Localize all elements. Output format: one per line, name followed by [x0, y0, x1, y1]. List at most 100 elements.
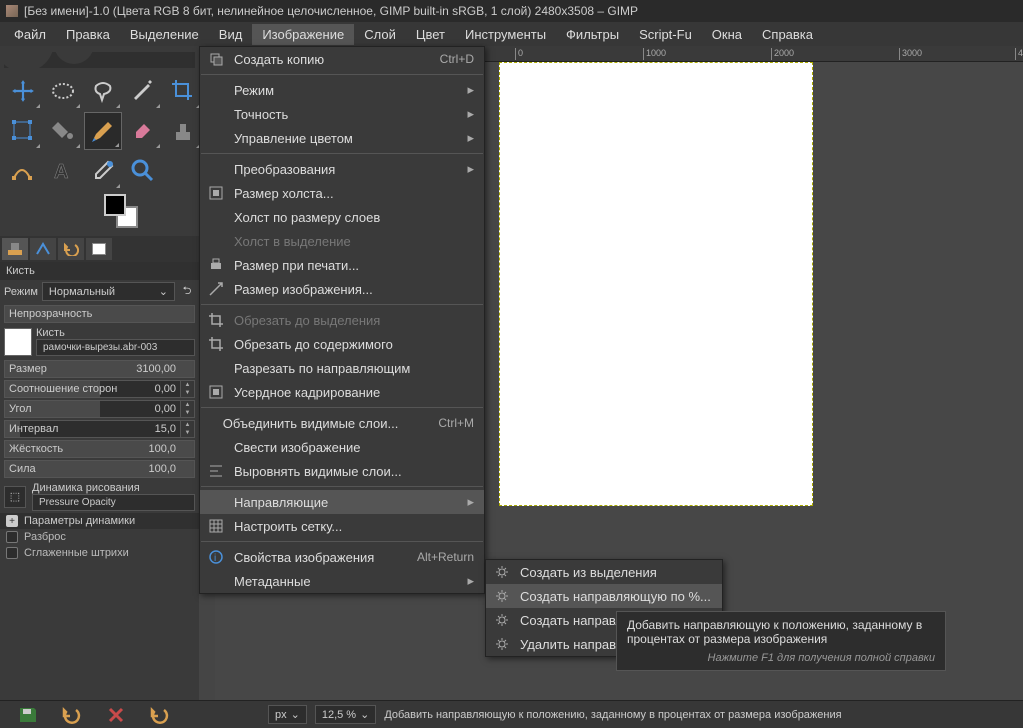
- scale-icon: [208, 281, 224, 297]
- tool-color-picker[interactable]: [84, 152, 122, 190]
- sb-revert-icon[interactable]: [60, 704, 84, 726]
- jitter-checkbox[interactable]: Разброс: [0, 529, 199, 545]
- menu-color[interactable]: Цвет: [406, 24, 455, 45]
- menu-tools[interactable]: Инструменты: [455, 24, 556, 45]
- ratio-slider[interactable]: Соотношение сторон0,00▲▼: [4, 380, 195, 398]
- tool-transform[interactable]: [4, 112, 42, 150]
- window-titlebar: [Без имени]-1.0 (Цвета RGB 8 бит, нелине…: [0, 0, 1023, 22]
- tab-images[interactable]: [86, 238, 112, 260]
- tool-zoom[interactable]: [124, 152, 162, 190]
- menu-help[interactable]: Справка: [752, 24, 823, 45]
- menu-item[interactable]: Обрезать до содержимого: [200, 332, 484, 356]
- menu-item[interactable]: Создать копиюCtrl+D: [200, 47, 484, 71]
- menu-item-label: Холст по размеру слоев: [234, 210, 474, 225]
- tool-clone[interactable]: [164, 112, 202, 150]
- menu-item[interactable]: Размер изображения...: [200, 277, 484, 301]
- menu-item[interactable]: Размер холста...: [200, 181, 484, 205]
- gear-icon: [494, 564, 510, 580]
- menu-edit[interactable]: Правка: [56, 24, 120, 45]
- menu-item[interactable]: Усердное кадрирование: [200, 380, 484, 404]
- tab-tool-options[interactable]: [2, 238, 28, 260]
- menu-image[interactable]: Изображение: [252, 24, 354, 45]
- menu-item[interactable]: Точность▸: [200, 102, 484, 126]
- menu-item[interactable]: Преобразования▸: [200, 157, 484, 181]
- submenu-arrow-icon: ▸: [467, 573, 474, 589]
- menu-item-label: Создать направляющую по %...: [520, 589, 712, 604]
- tool-paintbrush[interactable]: [84, 112, 122, 150]
- menu-scriptfu[interactable]: Script-Fu: [629, 24, 702, 45]
- foreground-color[interactable]: [104, 194, 126, 216]
- brush-name-combo[interactable]: рамочки-вырезы.abr-003: [36, 339, 195, 356]
- gear-icon: [494, 612, 510, 628]
- menu-item-label: Усердное кадрирование: [234, 385, 474, 400]
- menu-item-label: Размер изображения...: [234, 282, 474, 297]
- tool-crop[interactable]: [164, 72, 202, 110]
- menu-filters[interactable]: Фильтры: [556, 24, 629, 45]
- statusbar: px⌄ 12,5 %⌄ Добавить направляющую к поло…: [0, 700, 1023, 728]
- dynamics-combo[interactable]: Pressure Opacity: [32, 494, 195, 511]
- smooth-checkbox[interactable]: Сглаженные штрихи: [0, 545, 199, 561]
- menu-item[interactable]: Размер при печати...: [200, 253, 484, 277]
- sb-reset-icon[interactable]: [148, 704, 172, 726]
- menu-item[interactable]: Свести изображение: [200, 435, 484, 459]
- menu-item[interactable]: Метаданные▸: [200, 569, 484, 593]
- unit-combo[interactable]: px⌄: [268, 705, 307, 724]
- menu-item-label: Управление цветом: [234, 131, 437, 146]
- menu-item-label: Точность: [234, 107, 437, 122]
- menu-item[interactable]: iСвойства изображенияAlt+Return: [200, 545, 484, 569]
- menu-item-label: Холст в выделение: [234, 234, 474, 249]
- tool-eraser[interactable]: [124, 112, 162, 150]
- menu-item[interactable]: Режим▸: [200, 78, 484, 102]
- dynamics-label: Динамика рисования: [32, 482, 195, 494]
- color-swatches[interactable]: [104, 194, 148, 230]
- tool-bucket[interactable]: [44, 112, 82, 150]
- force-slider[interactable]: Сила100,0▲▼: [4, 460, 195, 478]
- brush-preview[interactable]: [4, 328, 32, 356]
- blank-icon: [208, 233, 224, 249]
- submenu-arrow-icon: ▸: [467, 494, 474, 510]
- menu-item-label: Выровнять видимые слои...: [234, 464, 474, 479]
- menu-item[interactable]: Управление цветом ▸: [200, 126, 484, 150]
- tool-ellipse-select[interactable]: [44, 72, 82, 110]
- menu-item[interactable]: Направляющие▸: [200, 490, 484, 514]
- opacity-slider[interactable]: Непрозрачность: [4, 305, 195, 323]
- tool-path[interactable]: [4, 152, 42, 190]
- sb-delete-icon[interactable]: [104, 704, 128, 726]
- hardness-slider[interactable]: Жёсткость100,0▲▼: [4, 440, 195, 458]
- tab-undo-history[interactable]: [58, 238, 84, 260]
- sb-save-icon[interactable]: [16, 704, 40, 726]
- brush-label: Кисть: [36, 327, 195, 339]
- tool-text[interactable]: A: [44, 152, 82, 190]
- menu-file[interactable]: Файл: [4, 24, 56, 45]
- menu-item[interactable]: Объединить видимые слои...Ctrl+M: [200, 411, 484, 435]
- menu-item[interactable]: Выровнять видимые слои...: [200, 459, 484, 483]
- menu-item[interactable]: Создать из выделения: [486, 560, 722, 584]
- mode-combo[interactable]: Нормальный⌄: [42, 282, 175, 301]
- size-slider[interactable]: Размер3100,00▲▼: [4, 360, 195, 378]
- gear-icon: [494, 636, 510, 652]
- menu-view[interactable]: Вид: [209, 24, 253, 45]
- tab-device-status[interactable]: [30, 238, 56, 260]
- menu-item-label: Создать копию: [234, 52, 400, 67]
- zoom-combo[interactable]: 12,5 %⌄: [315, 705, 376, 724]
- submenu-arrow-icon: ▸: [467, 130, 474, 146]
- tool-fuzzy-select[interactable]: [124, 72, 162, 110]
- menu-item[interactable]: Настроить сетку...: [200, 514, 484, 538]
- menu-item[interactable]: Разрезать по направляющим: [200, 356, 484, 380]
- menu-item[interactable]: Холст по размеру слоев: [200, 205, 484, 229]
- angle-slider[interactable]: Угол0,00▲▼: [4, 400, 195, 418]
- app-icon: [6, 5, 18, 17]
- dynamics-params-expander[interactable]: +Параметры динамики: [0, 513, 199, 529]
- menu-item-label: Режим: [234, 83, 437, 98]
- dynamics-icon[interactable]: ⬚: [4, 486, 26, 508]
- menu-item[interactable]: Создать направляющую по %...: [486, 584, 722, 608]
- menu-windows[interactable]: Окна: [702, 24, 752, 45]
- tool-lasso[interactable]: [84, 72, 122, 110]
- blank-icon: [208, 82, 224, 98]
- menu-layer[interactable]: Слой: [354, 24, 406, 45]
- tool-move[interactable]: [4, 72, 42, 110]
- spacing-slider[interactable]: Интервал15,0▲▼: [4, 420, 195, 438]
- menu-select[interactable]: Выделение: [120, 24, 209, 45]
- canvas[interactable]: [499, 62, 813, 506]
- menu-item-label: Объединить видимые слои...: [223, 416, 399, 431]
